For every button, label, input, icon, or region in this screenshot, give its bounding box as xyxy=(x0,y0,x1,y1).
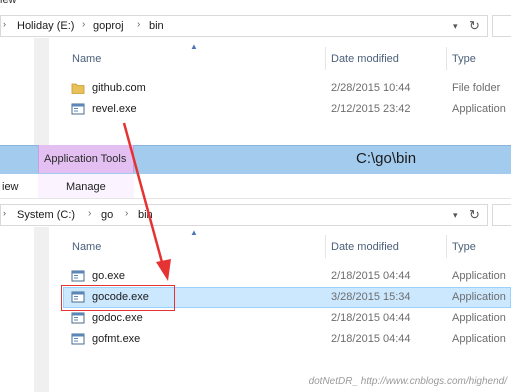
file-type: Application xyxy=(452,312,506,324)
file-row-github[interactable]: github.com 2/28/2015 10:44 File folder xyxy=(63,78,511,99)
path-chevron-icon: › xyxy=(3,208,6,218)
file-type: Application xyxy=(452,103,506,115)
file-date: 2/18/2015 04:44 xyxy=(331,270,411,282)
file-name: gofmt.exe xyxy=(92,333,141,345)
column-header-type[interactable]: Type xyxy=(452,53,476,65)
sort-ascending-icon: ▲ xyxy=(190,42,198,51)
file-date: 3/28/2015 15:34 xyxy=(331,291,411,303)
application-icon xyxy=(71,103,85,115)
file-type: Application xyxy=(452,333,506,345)
search-box-edge[interactable] xyxy=(492,15,511,37)
file-row-revel[interactable]: revel.exe 2/12/2015 23:42 Application xyxy=(63,99,511,120)
refresh-icon[interactable]: ↻ xyxy=(469,18,480,34)
navigation-pane[interactable] xyxy=(34,38,49,145)
breadcrumb-separator-icon: › xyxy=(88,208,92,219)
file-type: Application xyxy=(452,291,506,303)
file-row-godoc[interactable]: godoc.exe 2/18/2015 04:44 Application xyxy=(63,308,511,329)
column-header-name[interactable]: Name xyxy=(72,241,101,253)
context-tab-group: Application Tools xyxy=(38,145,134,173)
folder-icon xyxy=(71,83,85,94)
application-icon xyxy=(71,270,85,282)
column-header-type[interactable]: Type xyxy=(452,241,476,253)
file-name: revel.exe xyxy=(92,103,137,115)
refresh-icon[interactable]: ↻ xyxy=(469,207,480,223)
column-divider[interactable] xyxy=(446,47,447,70)
file-row-gofmt[interactable]: gofmt.exe 2/18/2015 04:44 Application xyxy=(63,329,511,350)
file-type: Application xyxy=(452,270,506,282)
window-title: C:\go\bin xyxy=(356,150,417,167)
breadcrumb-folder[interactable]: goproj xyxy=(93,20,124,32)
tab-manage[interactable]: Manage xyxy=(66,181,106,193)
address-bar[interactable]: › System (C:) › go › bin ▾ ↻ xyxy=(0,204,488,226)
breadcrumb-separator-icon: › xyxy=(82,19,86,30)
breadcrumb-folder[interactable]: go xyxy=(101,209,113,221)
file-type: File folder xyxy=(452,82,501,94)
file-name: go.exe xyxy=(92,270,126,282)
column-header-date[interactable]: Date modified xyxy=(331,241,399,253)
file-name: github.com xyxy=(92,82,146,94)
column-divider[interactable] xyxy=(446,235,447,258)
search-box-edge[interactable] xyxy=(492,204,511,226)
context-tab-label: Application Tools xyxy=(44,153,127,165)
breadcrumb-separator-icon: › xyxy=(137,19,141,30)
breadcrumb-current[interactable]: bin xyxy=(149,20,164,32)
column-divider[interactable] xyxy=(325,235,326,258)
path-chevron-icon: › xyxy=(3,19,6,29)
breadcrumb-current[interactable]: bin xyxy=(138,209,153,221)
file-name: godoc.exe xyxy=(92,312,143,324)
address-bar[interactable]: › Holiday (E:) › goproj › bin ▾ ↻ xyxy=(0,15,488,37)
tab-view[interactable]: iew xyxy=(2,181,19,193)
navigation-pane[interactable] xyxy=(34,227,49,392)
menu-fragment: iew xyxy=(0,0,17,6)
column-header-date[interactable]: Date modified xyxy=(331,53,399,65)
file-date: 2/12/2015 23:42 xyxy=(331,103,411,115)
sort-ascending-icon: ▲ xyxy=(190,228,198,237)
breadcrumb-drive[interactable]: System (C:) xyxy=(17,209,75,221)
file-row-go[interactable]: go.exe 2/18/2015 04:44 Application xyxy=(63,266,511,287)
file-date: 2/18/2015 04:44 xyxy=(331,333,411,345)
breadcrumb-drive[interactable]: Holiday (E:) xyxy=(17,20,74,32)
dropdown-chevron-icon[interactable]: ▾ xyxy=(453,21,458,32)
application-icon xyxy=(71,333,85,345)
column-divider[interactable] xyxy=(325,47,326,70)
annotation-highlight-box xyxy=(61,285,175,311)
breadcrumb-separator-icon: › xyxy=(125,208,129,219)
column-header-name[interactable]: Name xyxy=(72,53,101,65)
application-icon xyxy=(71,312,85,324)
watermark: dotNetDR_ http://www.cnblogs.com/highend… xyxy=(308,376,507,387)
dropdown-chevron-icon[interactable]: ▾ xyxy=(453,210,458,221)
file-date: 2/28/2015 10:44 xyxy=(331,82,411,94)
upper-explorer-pane: iew › Holiday (E:) › goproj › bin ▾ ↻ ▲ … xyxy=(0,0,511,145)
file-date: 2/18/2015 04:44 xyxy=(331,312,411,324)
